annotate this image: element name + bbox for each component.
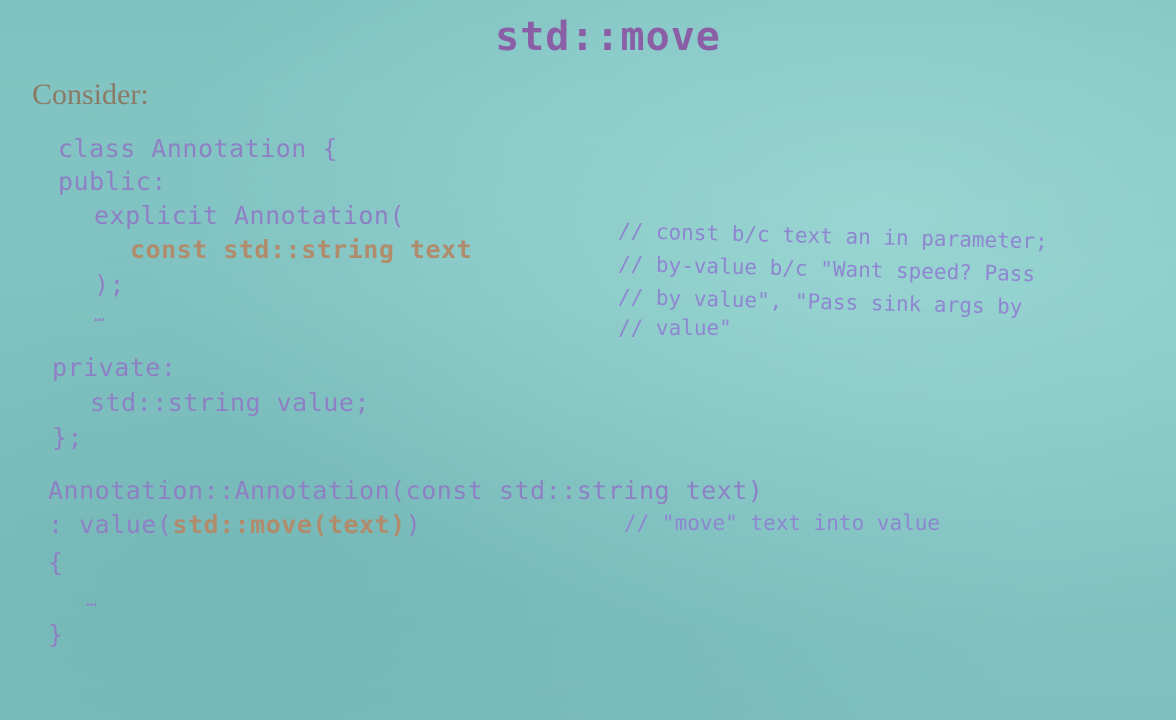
- code-ellipsis-1: …: [94, 305, 106, 326]
- code-brace-close: }: [48, 620, 64, 649]
- slide: std::move Consider: class Annotation { p…: [0, 0, 1176, 720]
- code-ctor-def: Annotation::Annotation(const std::string…: [48, 476, 764, 505]
- code-public: public:: [58, 167, 167, 196]
- code-ctor-decl: explicit Annotation(: [94, 201, 406, 230]
- slide-title: std::move: [495, 14, 721, 60]
- comment-line-4: // value": [618, 316, 732, 340]
- code-init-call: std::move(text): [172, 510, 406, 539]
- code-class-decl: class Annotation {: [58, 134, 338, 163]
- code-class-close: };: [52, 423, 84, 452]
- code-member: std::string value;: [90, 388, 370, 417]
- code-brace-open: {: [48, 548, 64, 577]
- code-param: const std::string text: [130, 235, 473, 264]
- code-private: private:: [52, 353, 177, 382]
- intro-text: Consider:: [32, 78, 149, 111]
- comment-line-2: // by-value b/c "Want speed? Pass: [617, 252, 1036, 287]
- comment-line-3: // by value", "Pass sink args by: [617, 285, 1023, 319]
- code-init-prefix: : value(: [48, 510, 173, 539]
- code-init-suffix: ): [405, 510, 422, 539]
- comment-line-1: // const b/c text an in parameter;: [617, 219, 1049, 254]
- code-ellipsis-2: …: [86, 590, 98, 611]
- code-ctor-close: );: [94, 270, 126, 299]
- code-init-list: : value(std::move(text)): [48, 510, 421, 539]
- comment-line-5: // "move" text into value: [624, 511, 941, 535]
